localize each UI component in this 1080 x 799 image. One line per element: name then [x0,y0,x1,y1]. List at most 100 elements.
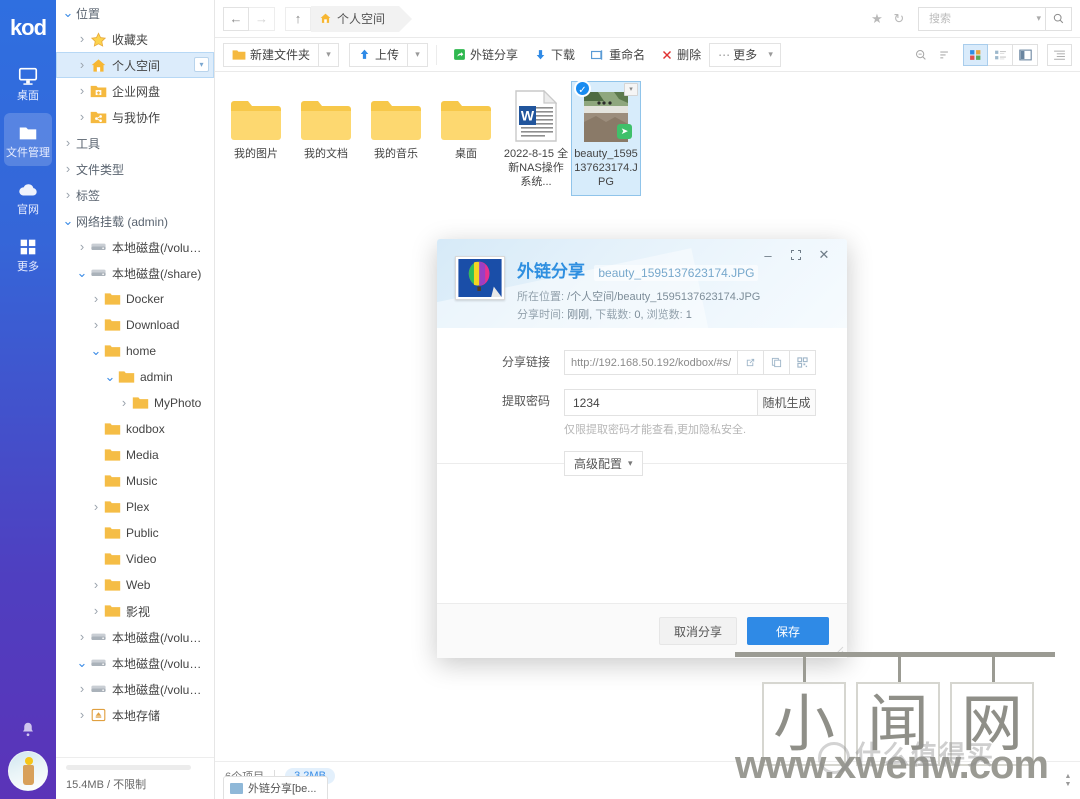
chevron-right-icon[interactable]: › [60,182,76,208]
file-item[interactable]: W 2022-8-15 全新NAS操作系统... [501,81,571,196]
more-button[interactable]: ⋯ 更多 [709,42,762,67]
favorite-button[interactable]: ★ [866,8,888,30]
chevron-down-icon[interactable]: ⌄ [88,341,104,361]
chevron-right-icon[interactable]: › [88,598,104,624]
chevron-right-icon[interactable]: › [74,52,90,78]
sort-button[interactable] [933,44,957,66]
sidebar-item-6[interactable]: › 文件类型 [56,156,214,182]
new-folder-button[interactable]: 新建文件夹 [223,42,320,67]
new-folder-caret[interactable]: ▾ [319,42,340,67]
save-button[interactable]: 保存 [747,617,829,645]
chevron-down-icon[interactable]: ▾ [1036,13,1041,24]
cancel-share-button[interactable]: 取消分享 [658,617,737,645]
upload-button[interactable]: 上传 [349,42,409,67]
copy-link-button[interactable] [764,350,790,375]
chevron-right-icon[interactable]: › [74,624,90,650]
sidebar-item-22[interactable]: › Web [56,572,214,598]
stepper-down-icon[interactable]: ▼ [1065,781,1072,789]
selection-checkmark-icon[interactable]: ✓ [574,80,591,97]
sidebar-item-8[interactable]: ⌄ 网络挂载 (admin) [56,208,214,234]
zoom-button[interactable] [909,44,933,66]
sidebar-tree[interactable]: ⌄ 位置 › 收藏夹 › 个人空间 ▾ › 企业网盘 › 与我协作 › 工具 › 文件类型 › 标签 ⌄ 网络挂载 … [56,0,214,757]
sidebar-item-21[interactable]: Video [56,546,214,572]
chevron-right-icon[interactable]: › [74,104,90,130]
file-item-menu-button[interactable]: ▾ [624,83,638,96]
chevron-down-icon[interactable]: ⌄ [74,263,90,283]
sidebar-item-14[interactable]: ⌄ admin [56,364,214,390]
view-mode-split[interactable] [1013,43,1038,66]
sidebar-item-9[interactable]: › 本地磁盘(/volume0) [56,234,214,260]
sidebar-item-0[interactable]: ⌄ 位置 [56,0,214,26]
file-item[interactable]: 我的图片 [221,81,291,196]
chevron-right-icon[interactable]: › [74,78,90,104]
chevron-right-icon[interactable]: › [74,234,90,260]
sidebar-item-menu-button[interactable]: ▾ [194,57,209,72]
sidebar-item-17[interactable]: Media [56,442,214,468]
more-caret[interactable]: ▾ [761,42,782,67]
search-button[interactable] [1046,6,1072,31]
detail-panel-button[interactable] [1047,43,1072,66]
chevron-right-icon[interactable]: › [74,676,90,702]
sidebar-item-2[interactable]: › 个人空间 ▾ [56,52,214,78]
chevron-right-icon[interactable]: › [116,390,132,416]
sidebar-item-27[interactable]: › 本地存储 [56,702,214,728]
sidebar-item-1[interactable]: › 收藏夹 [56,26,214,52]
sidebar-item-10[interactable]: ⌄ 本地磁盘(/share) [56,260,214,286]
sidebar-item-13[interactable]: ⌄ home [56,338,214,364]
sidebar-item-12[interactable]: › Download [56,312,214,338]
chevron-right-icon[interactable]: › [88,572,104,598]
up-button[interactable]: ↑ [285,6,311,31]
upload-caret[interactable]: ▾ [408,42,429,67]
sidebar-item-5[interactable]: › 工具 [56,130,214,156]
sidebar-item-20[interactable]: Public [56,520,214,546]
dialog-minimize-button[interactable]: – [755,243,781,267]
share-link-input[interactable] [564,350,738,375]
stepper-up-icon[interactable]: ▲ [1065,773,1072,781]
view-mode-grid[interactable] [963,43,988,66]
chevron-down-icon[interactable]: ⌄ [74,653,90,673]
breadcrumb-item-personal[interactable]: 个人空间 [311,5,413,32]
forward-button[interactable]: → [249,6,275,31]
sidebar-item-19[interactable]: › Plex [56,494,214,520]
chevron-right-icon[interactable]: › [60,130,76,156]
sidebar-item-23[interactable]: › 影视 [56,598,214,624]
dialog-close-button[interactable]: ✕ [811,243,837,267]
search-input[interactable] [927,11,1037,26]
file-item[interactable]: ➤ ✓ ▾ beauty_1595137623174.JPG [571,80,641,196]
delete-button[interactable]: 删除 [653,42,710,67]
advanced-config-button[interactable]: 高级配置 ▾ [564,451,643,476]
sidebar-item-24[interactable]: › 本地磁盘(/volume1) [56,624,214,650]
rail-item-desktop[interactable]: 桌面 [4,56,52,109]
chevron-right-icon[interactable]: › [74,26,90,52]
password-input[interactable] [564,389,758,416]
rename-button[interactable]: 重命名 [583,42,654,67]
rail-item-files[interactable]: 文件管理 [4,113,52,166]
task-chip[interactable]: 外链分享[be... [223,776,328,799]
chevron-right-icon[interactable]: › [88,286,104,312]
sidebar-item-7[interactable]: › 标签 [56,182,214,208]
sidebar-item-4[interactable]: › 与我协作 [56,104,214,130]
zoom-stepper[interactable]: ▲ ▼ [1062,771,1074,791]
chevron-down-icon[interactable]: ⌄ [60,211,76,231]
sidebar-item-11[interactable]: › Docker [56,286,214,312]
chevron-right-icon[interactable]: › [74,702,90,728]
chevron-right-icon[interactable]: › [60,156,76,182]
search-box[interactable]: ▾ [918,6,1046,31]
generate-password-button[interactable]: 随机生成 [758,389,816,416]
sidebar-item-3[interactable]: › 企业网盘 [56,78,214,104]
chevron-down-icon[interactable]: ⌄ [102,367,118,387]
sidebar-item-18[interactable]: Music [56,468,214,494]
refresh-button[interactable]: ↻ [888,8,910,30]
rail-item-more[interactable]: 更多 [4,227,52,280]
chevron-down-icon[interactable]: ⌄ [60,3,76,23]
sidebar-item-16[interactable]: kodbox [56,416,214,442]
sidebar-item-25[interactable]: ⌄ 本地磁盘(/volume1/... [56,650,214,676]
avatar[interactable] [8,751,48,791]
dialog-maximize-button[interactable] [783,243,809,267]
share-link-button[interactable]: 外链分享 [445,42,527,67]
resize-grip-icon[interactable] [834,646,844,656]
file-item[interactable]: 我的文档 [291,81,361,196]
chevron-right-icon[interactable]: › [88,312,104,338]
sidebar-item-15[interactable]: › MyPhoto [56,390,214,416]
view-mode-list[interactable] [988,43,1013,66]
